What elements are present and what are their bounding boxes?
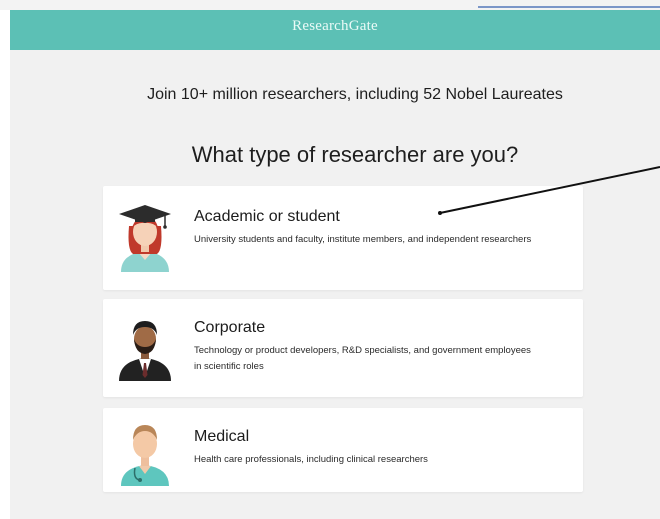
option-medical-card[interactable]: Medical Health care professionals, inclu… bbox=[103, 408, 583, 492]
academic-avatar-icon bbox=[119, 205, 171, 272]
screen: ResearchGate Join 10+ million researcher… bbox=[0, 0, 660, 519]
option-academic-card[interactable]: Academic or student University students … bbox=[103, 186, 583, 290]
medical-avatar-icon bbox=[121, 425, 169, 486]
top-strip bbox=[0, 0, 660, 10]
option-medical-description: Health care professionals, including cli… bbox=[194, 454, 428, 465]
option-corporate-title: Corporate bbox=[194, 319, 266, 336]
brand-logo-text[interactable]: ResearchGate bbox=[292, 18, 378, 35]
corporate-avatar-icon bbox=[119, 321, 171, 381]
tagline: Join 10+ million researchers, including … bbox=[147, 86, 563, 103]
option-corporate-description: Technology or product developers, R&D sp… bbox=[194, 345, 531, 372]
option-academic-description: University students and faculty, institu… bbox=[194, 234, 532, 245]
researcher-type-question: What type of researcher are you? bbox=[191, 142, 519, 167]
option-corporate-card[interactable]: Corporate Technology or product develope… bbox=[103, 299, 583, 397]
site-header: ResearchGate bbox=[10, 10, 660, 50]
top-blue-line bbox=[478, 6, 660, 8]
option-academic-title: Academic or student bbox=[194, 208, 340, 225]
option-medical-title: Medical bbox=[194, 428, 250, 445]
signup-content: Join 10+ million researchers, including … bbox=[10, 50, 660, 519]
